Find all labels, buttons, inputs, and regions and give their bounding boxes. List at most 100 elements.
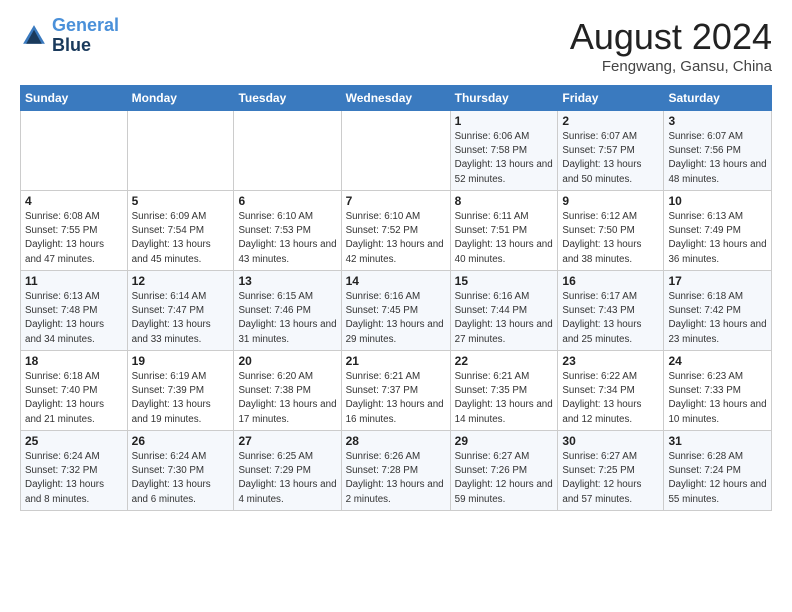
calendar-cell: 19Sunrise: 6:19 AM Sunset: 7:39 PM Dayli… [127, 351, 234, 431]
calendar-week-4: 18 Sunrise: 6:18 AM Sunset: 7:40 PM Dayli… [21, 351, 772, 431]
day-number: 1 [455, 114, 554, 128]
calendar-cell [127, 111, 234, 191]
calendar-cell: 17Sunrise: 6:18 AM Sunset: 7:42 PM Dayli… [664, 271, 772, 351]
calendar-cell: 5 Sunrise: 6:09 AM Sunset: 7:54 PM Daylig… [127, 191, 234, 271]
calendar-cell [341, 111, 450, 191]
day-info: Sunrise: 6:25 AM Sunset: 7:29 PM Dayligh… [238, 450, 336, 507]
day-number: 8 [455, 194, 554, 208]
calendar-table: Sunday Monday Tuesday Wednesday Thursday… [20, 85, 772, 511]
day-number: 29 [455, 434, 554, 448]
day-info: Sunrise: 6:06 AM Sunset: 7:58 PM Dayligh… [455, 130, 554, 187]
day-info: Sunrise: 6:16 AM Sunset: 7:44 PM Dayligh… [455, 290, 554, 347]
day-info: Sunrise: 6:20 AM Sunset: 7:38 PM Dayligh… [238, 370, 336, 427]
logo-icon [20, 22, 48, 50]
calendar-cell: 7Sunrise: 6:10 AM Sunset: 7:52 PM Daylig… [341, 191, 450, 271]
page: General Blue August 2024 Fengwang, Gansu… [0, 0, 792, 612]
col-friday: Friday [558, 86, 664, 111]
calendar-cell: 24Sunrise: 6:23 AM Sunset: 7:33 PM Dayli… [664, 351, 772, 431]
calendar-cell: 12 Sunrise: 6:14 AM Sunset: 7:47 PM Dayli… [127, 271, 234, 351]
col-tuesday: Tuesday [234, 86, 341, 111]
calendar-cell: 3Sunrise: 6:07 AM Sunset: 7:56 PM Daylig… [664, 111, 772, 191]
day-info: Sunrise: 6:11 AM Sunset: 7:51 PM Dayligh… [455, 210, 554, 267]
header-row: Sunday Monday Tuesday Wednesday Thursday… [21, 86, 772, 111]
calendar-cell: 18 Sunrise: 6:18 AM Sunset: 7:40 PM Dayli… [21, 351, 128, 431]
day-info: Sunrise: 6:23 AM Sunset: 7:33 PM Dayligh… [668, 370, 767, 427]
day-info: Sunrise: 6:14 AM Sunset: 7:47 PM Dayligh… [132, 290, 230, 347]
day-number: 10 [668, 194, 767, 208]
title-block: August 2024 Fengwang, Gansu, China [570, 16, 772, 75]
calendar-cell: 11 Sunrise: 6:13 AM Sunset: 7:48 PM Dayli… [21, 271, 128, 351]
day-number: 20 [238, 354, 336, 368]
day-info: Sunrise: 6:26 AM Sunset: 7:28 PM Dayligh… [346, 450, 446, 507]
calendar-cell: 14 Sunrise: 6:16 AM Sunset: 7:45 PM Dayli… [341, 271, 450, 351]
day-info: Sunrise: 6:10 AM Sunset: 7:53 PM Dayligh… [238, 210, 336, 267]
day-number: 5 [132, 194, 230, 208]
calendar-week-3: 11 Sunrise: 6:13 AM Sunset: 7:48 PM Dayli… [21, 271, 772, 351]
col-sunday: Sunday [21, 86, 128, 111]
day-number: 2 [562, 114, 659, 128]
calendar-cell: 29 Sunrise: 6:27 AM Sunset: 7:26 PM Dayli… [450, 431, 558, 511]
day-number: 11 [25, 274, 123, 288]
day-number: 3 [668, 114, 767, 128]
day-number: 16 [562, 274, 659, 288]
day-info: Sunrise: 6:18 AM Sunset: 7:40 PM Dayligh… [25, 370, 123, 427]
calendar-cell: 22 Sunrise: 6:21 AM Sunset: 7:35 PM Dayli… [450, 351, 558, 431]
calendar-cell: 9 Sunrise: 6:12 AM Sunset: 7:50 PM Daylig… [558, 191, 664, 271]
calendar-week-5: 25 Sunrise: 6:24 AM Sunset: 7:32 PM Dayli… [21, 431, 772, 511]
day-number: 7 [346, 194, 446, 208]
day-info: Sunrise: 6:27 AM Sunset: 7:26 PM Dayligh… [455, 450, 554, 507]
day-info: Sunrise: 6:16 AM Sunset: 7:45 PM Dayligh… [346, 290, 446, 347]
day-number: 23 [562, 354, 659, 368]
col-saturday: Saturday [664, 86, 772, 111]
day-info: Sunrise: 6:21 AM Sunset: 7:37 PM Dayligh… [346, 370, 446, 427]
day-info: Sunrise: 6:24 AM Sunset: 7:32 PM Dayligh… [25, 450, 123, 507]
day-number: 9 [562, 194, 659, 208]
calendar-cell: 26Sunrise: 6:24 AM Sunset: 7:30 PM Dayli… [127, 431, 234, 511]
calendar-week-1: 1 Sunrise: 6:06 AM Sunset: 7:58 PM Daylig… [21, 111, 772, 191]
calendar-week-2: 4 Sunrise: 6:08 AM Sunset: 7:55 PM Daylig… [21, 191, 772, 271]
day-number: 6 [238, 194, 336, 208]
calendar-cell [234, 111, 341, 191]
day-info: Sunrise: 6:13 AM Sunset: 7:48 PM Dayligh… [25, 290, 123, 347]
day-number: 25 [25, 434, 123, 448]
day-number: 4 [25, 194, 123, 208]
calendar-cell: 23 Sunrise: 6:22 AM Sunset: 7:34 PM Dayli… [558, 351, 664, 431]
day-number: 19 [132, 354, 230, 368]
calendar-cell: 28 Sunrise: 6:26 AM Sunset: 7:28 PM Dayli… [341, 431, 450, 511]
header: General Blue August 2024 Fengwang, Gansu… [20, 16, 772, 75]
calendar-cell: 1 Sunrise: 6:06 AM Sunset: 7:58 PM Daylig… [450, 111, 558, 191]
day-number: 18 [25, 354, 123, 368]
calendar-cell [21, 111, 128, 191]
col-monday: Monday [127, 86, 234, 111]
location-subtitle: Fengwang, Gansu, China [570, 58, 772, 75]
col-wednesday: Wednesday [341, 86, 450, 111]
day-number: 21 [346, 354, 446, 368]
logo-text: General Blue [52, 16, 119, 56]
day-number: 27 [238, 434, 336, 448]
col-thursday: Thursday [450, 86, 558, 111]
calendar-cell: 8 Sunrise: 6:11 AM Sunset: 7:51 PM Daylig… [450, 191, 558, 271]
day-info: Sunrise: 6:28 AM Sunset: 7:24 PM Dayligh… [668, 450, 767, 507]
day-info: Sunrise: 6:22 AM Sunset: 7:34 PM Dayligh… [562, 370, 659, 427]
day-number: 14 [346, 274, 446, 288]
day-number: 22 [455, 354, 554, 368]
day-number: 15 [455, 274, 554, 288]
day-info: Sunrise: 6:09 AM Sunset: 7:54 PM Dayligh… [132, 210, 230, 267]
calendar-cell: 25 Sunrise: 6:24 AM Sunset: 7:32 PM Dayli… [21, 431, 128, 511]
calendar-cell: 15 Sunrise: 6:16 AM Sunset: 7:44 PM Dayli… [450, 271, 558, 351]
calendar-cell: 2Sunrise: 6:07 AM Sunset: 7:57 PM Daylig… [558, 111, 664, 191]
calendar-cell: 16Sunrise: 6:17 AM Sunset: 7:43 PM Dayli… [558, 271, 664, 351]
day-number: 13 [238, 274, 336, 288]
calendar-cell: 31 Sunrise: 6:28 AM Sunset: 7:24 PM Dayli… [664, 431, 772, 511]
calendar-cell: 6 Sunrise: 6:10 AM Sunset: 7:53 PM Daylig… [234, 191, 341, 271]
day-number: 12 [132, 274, 230, 288]
day-info: Sunrise: 6:08 AM Sunset: 7:55 PM Dayligh… [25, 210, 123, 267]
calendar-cell: 20 Sunrise: 6:20 AM Sunset: 7:38 PM Dayli… [234, 351, 341, 431]
day-number: 28 [346, 434, 446, 448]
day-info: Sunrise: 6:15 AM Sunset: 7:46 PM Dayligh… [238, 290, 336, 347]
day-number: 31 [668, 434, 767, 448]
day-info: Sunrise: 6:12 AM Sunset: 7:50 PM Dayligh… [562, 210, 659, 267]
day-info: Sunrise: 6:21 AM Sunset: 7:35 PM Dayligh… [455, 370, 554, 427]
month-title: August 2024 [570, 16, 772, 58]
calendar-cell: 21 Sunrise: 6:21 AM Sunset: 7:37 PM Dayli… [341, 351, 450, 431]
